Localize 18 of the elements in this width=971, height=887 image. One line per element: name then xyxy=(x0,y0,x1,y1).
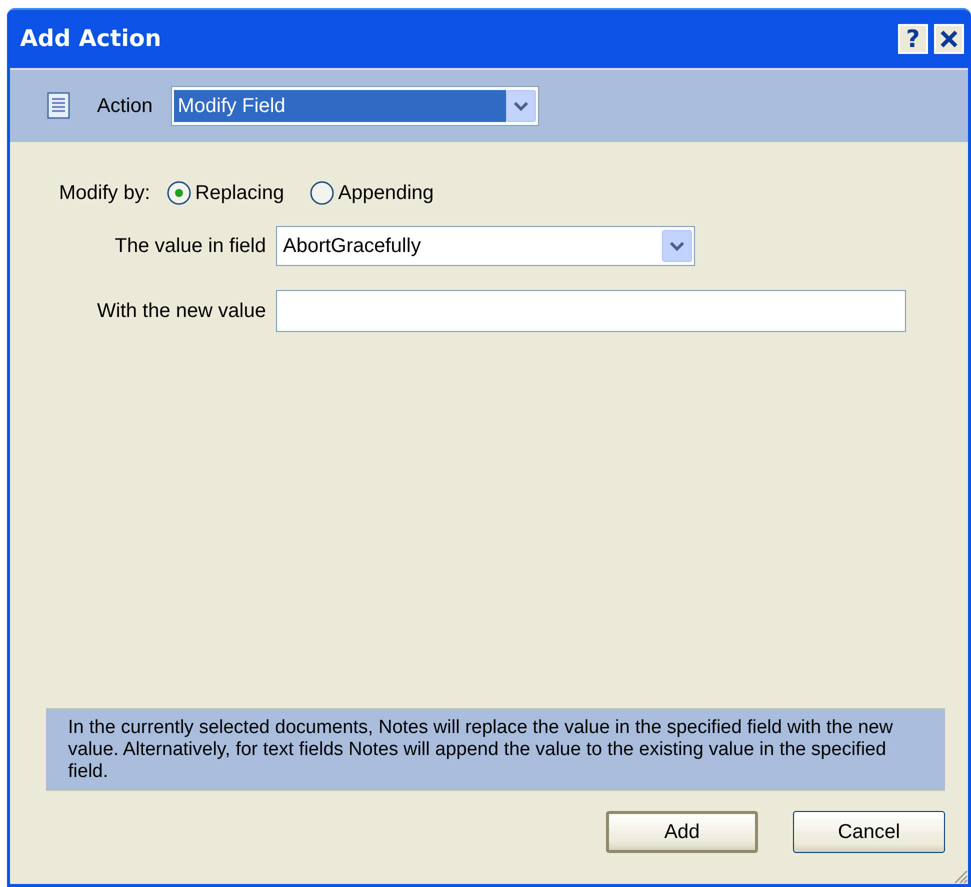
field-dropdown[interactable]: AbortGracefully xyxy=(276,226,695,266)
radio-option[interactable]: Appending xyxy=(309,180,434,206)
close-icon xyxy=(939,29,959,49)
field-label: With the new value xyxy=(97,300,266,322)
modify-by-label: Modify by: xyxy=(59,182,150,204)
dialog-button[interactable]: Cancel xyxy=(793,811,945,853)
description-text: In the currently selected documents, Notes will replace the value in the specified field with the new value. Alternatively, for text fields Notes will append the value to the existing value in the specified field. xyxy=(46,708,945,791)
value-input-field[interactable] xyxy=(276,290,906,332)
resize-grip-icon[interactable] xyxy=(952,868,968,884)
action-label: Action xyxy=(97,94,153,118)
window-title: Add Action xyxy=(20,26,162,52)
close-button[interactable] xyxy=(934,24,964,54)
radio-option[interactable]: Replacing xyxy=(166,180,284,206)
dialog-button[interactable]: Add xyxy=(606,811,758,853)
action-dropdown[interactable]: Modify Field xyxy=(170,86,539,126)
field-label: The value in field xyxy=(114,234,266,258)
help-button[interactable]: ? xyxy=(898,24,928,54)
document-icon xyxy=(47,92,71,120)
